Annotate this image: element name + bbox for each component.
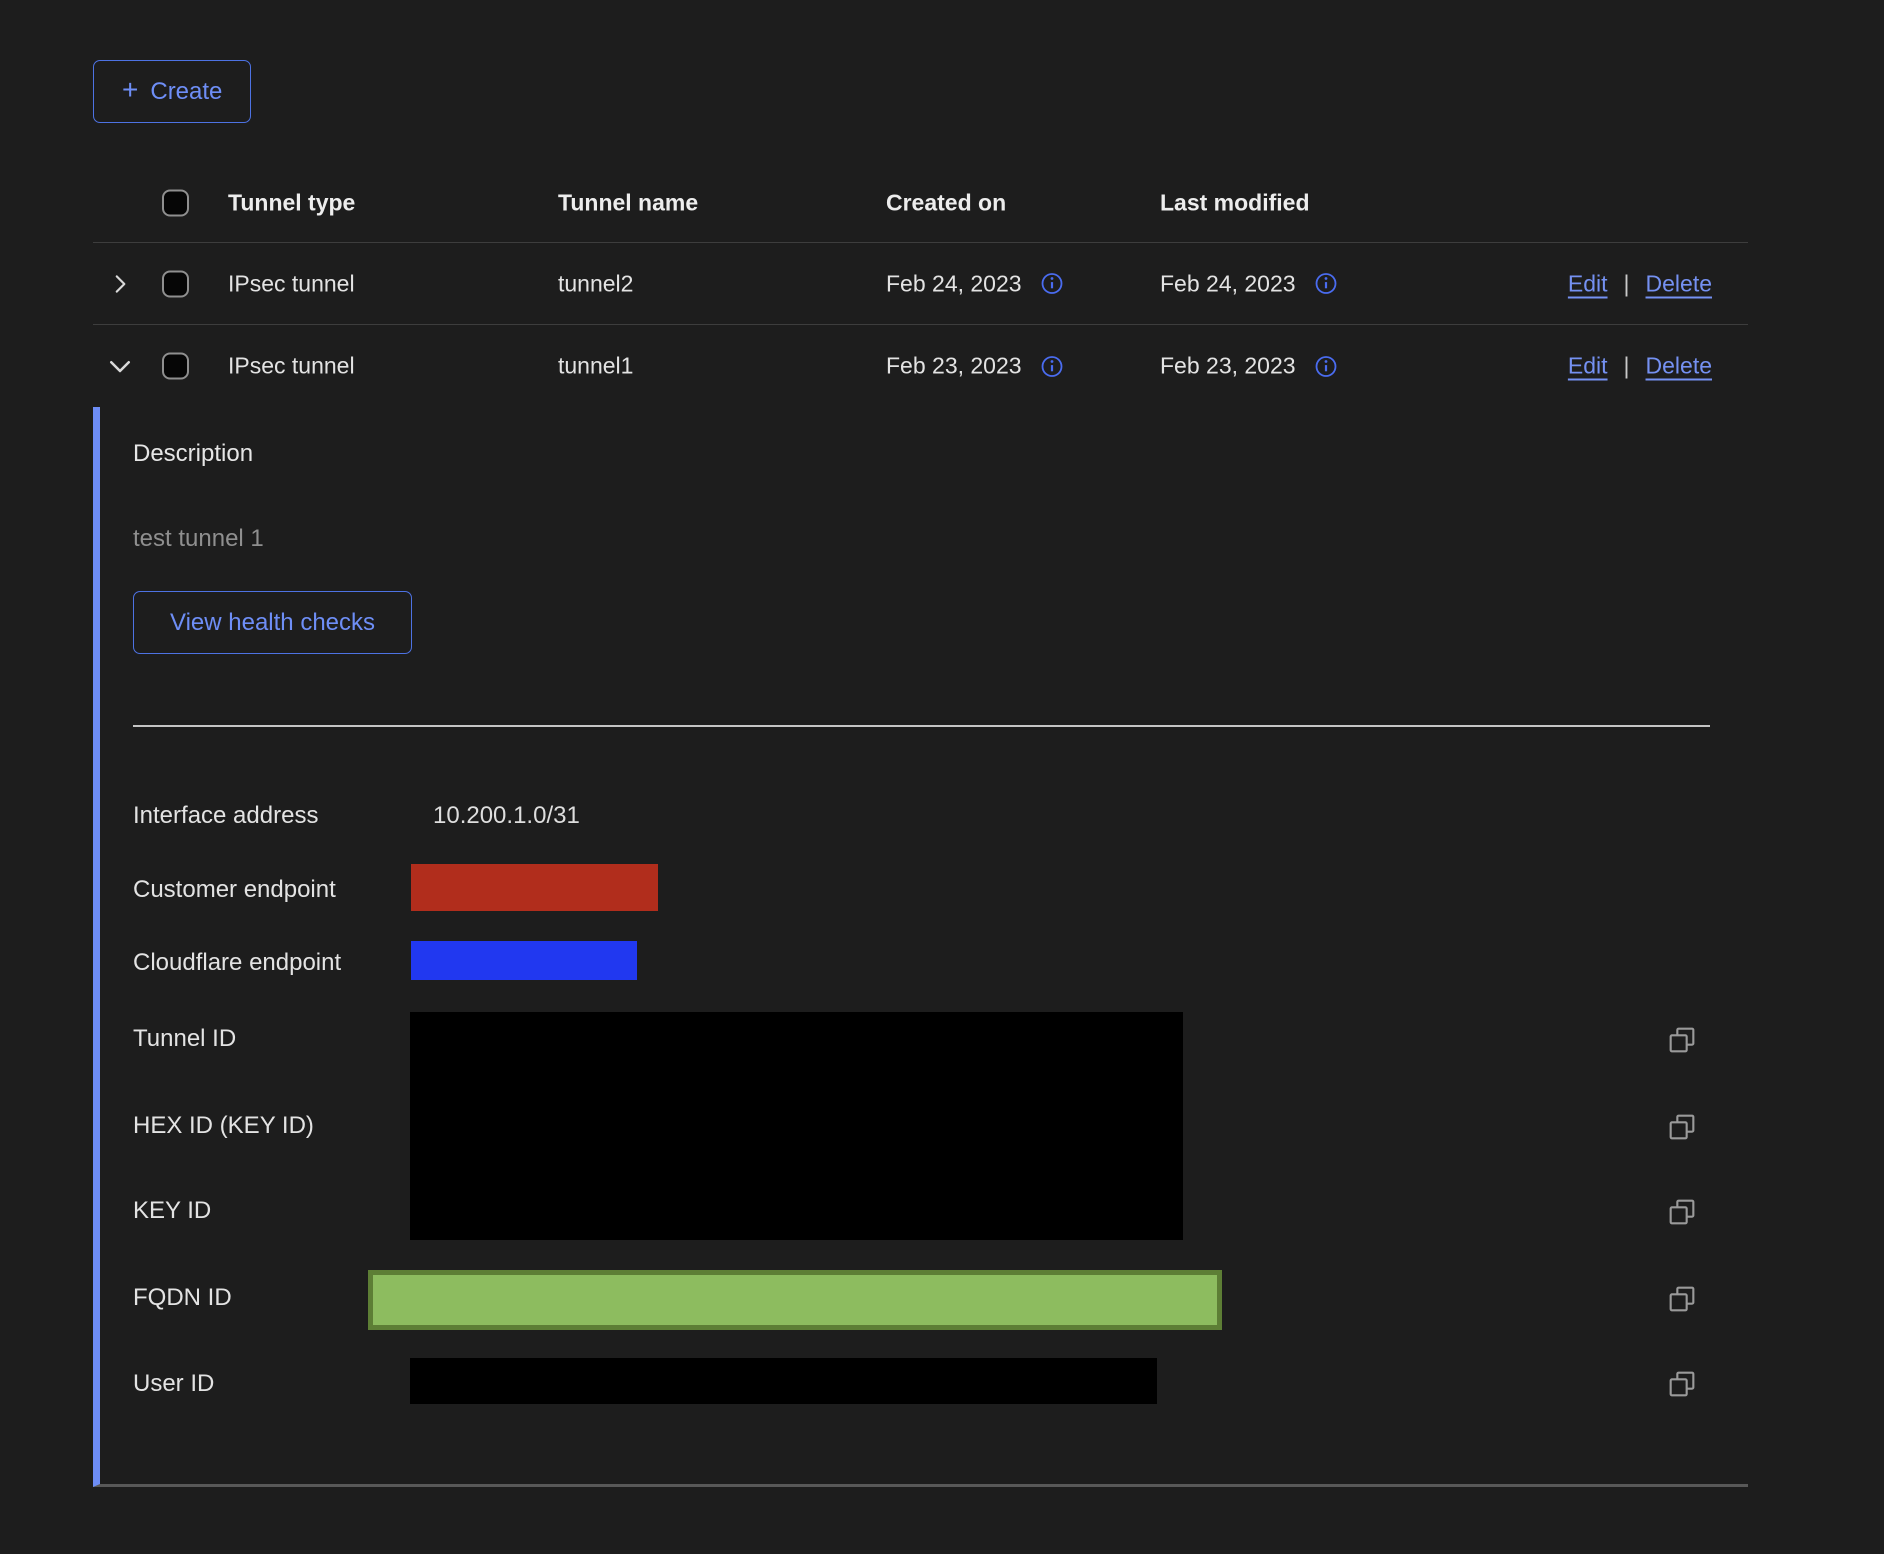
created-on-cell: Feb 23, 2023 xyxy=(886,353,1064,380)
fqdn-id-redaction xyxy=(368,1270,1222,1330)
description-label: Description xyxy=(133,440,253,468)
tunnel-type-value: IPsec tunnel xyxy=(228,353,355,380)
table-row: IPsec tunnel tunnel1 Feb 23, 2023 Feb 23… xyxy=(93,325,1748,407)
copy-tunnel-id-button[interactable] xyxy=(1665,1023,1699,1057)
actions-separator: | xyxy=(1624,353,1630,380)
create-button[interactable]: + Create xyxy=(93,60,251,123)
user-id-redaction xyxy=(410,1358,1157,1404)
tunnels-table: Tunnel type Tunnel name Created on Last … xyxy=(93,163,1748,407)
actions-separator: | xyxy=(1624,270,1630,297)
select-all-checkbox[interactable] xyxy=(162,189,189,216)
plus-icon: + xyxy=(122,76,138,104)
delete-link[interactable]: Delete xyxy=(1646,353,1712,380)
cloudflare-endpoint-redaction xyxy=(411,941,637,980)
header-tunnel-name: Tunnel name xyxy=(558,189,698,216)
key-id-label: KEY ID xyxy=(133,1197,211,1225)
info-icon[interactable] xyxy=(1040,272,1064,296)
tunnel-name-value: tunnel2 xyxy=(558,270,633,297)
description-value: test tunnel 1 xyxy=(133,525,264,553)
created-on-cell: Feb 24, 2023 xyxy=(886,270,1064,297)
copy-user-id-button[interactable] xyxy=(1665,1367,1699,1401)
copy-key-id-button[interactable] xyxy=(1665,1195,1699,1229)
table-header-row: Tunnel type Tunnel name Created on Last … xyxy=(93,163,1748,243)
edit-link[interactable]: Edit xyxy=(1568,270,1608,297)
copy-icon xyxy=(1666,1111,1698,1143)
user-id-label: User ID xyxy=(133,1370,214,1398)
row-actions: Edit | Delete xyxy=(1568,353,1712,380)
expand-row-button[interactable] xyxy=(105,269,135,299)
info-icon[interactable] xyxy=(1314,354,1338,378)
tunnels-page: + Create Tunnel type Tunnel name Created… xyxy=(0,0,1884,1554)
row-checkbox[interactable] xyxy=(162,270,189,297)
cloudflare-endpoint-label: Cloudflare endpoint xyxy=(133,949,341,977)
header-tunnel-type: Tunnel type xyxy=(228,189,355,216)
view-health-checks-button[interactable]: View health checks xyxy=(133,591,412,654)
collapse-row-button[interactable] xyxy=(105,351,135,381)
header-created-on: Created on xyxy=(886,189,1006,216)
customer-endpoint-redaction xyxy=(411,864,658,911)
panel-divider xyxy=(133,725,1710,727)
copy-icon xyxy=(1666,1368,1698,1400)
copy-icon xyxy=(1666,1283,1698,1315)
last-modified-value: Feb 23, 2023 xyxy=(1160,353,1296,380)
customer-endpoint-label: Customer endpoint xyxy=(133,876,336,904)
tunnel-name-value: tunnel1 xyxy=(558,353,633,380)
create-button-label: Create xyxy=(150,78,222,106)
table-row: IPsec tunnel tunnel2 Feb 24, 2023 Feb 24… xyxy=(93,243,1748,325)
last-modified-cell: Feb 23, 2023 xyxy=(1160,353,1338,380)
info-icon[interactable] xyxy=(1040,354,1064,378)
chevron-down-icon xyxy=(105,351,135,381)
view-health-checks-label: View health checks xyxy=(170,609,375,637)
copy-icon xyxy=(1666,1024,1698,1056)
fqdn-id-label: FQDN ID xyxy=(133,1284,232,1312)
copy-hex-id-button[interactable] xyxy=(1665,1110,1699,1144)
interface-address-value: 10.200.1.0/31 xyxy=(433,802,580,830)
copy-fqdn-id-button[interactable] xyxy=(1665,1282,1699,1316)
last-modified-cell: Feb 24, 2023 xyxy=(1160,270,1338,297)
created-on-value: Feb 23, 2023 xyxy=(886,353,1022,380)
interface-address-label: Interface address xyxy=(133,802,318,830)
row-actions: Edit | Delete xyxy=(1568,270,1712,297)
edit-link[interactable]: Edit xyxy=(1568,353,1608,380)
hex-id-label: HEX ID (KEY ID) xyxy=(133,1112,314,1140)
created-on-value: Feb 24, 2023 xyxy=(886,270,1022,297)
ids-redaction-block xyxy=(410,1012,1183,1240)
tunnel-id-label: Tunnel ID xyxy=(133,1025,236,1053)
chevron-right-icon xyxy=(107,271,133,297)
info-icon[interactable] xyxy=(1314,272,1338,296)
row-checkbox[interactable] xyxy=(162,353,189,380)
copy-icon xyxy=(1666,1196,1698,1228)
expanded-tunnel-panel: Description test tunnel 1 View health ch… xyxy=(93,407,1748,1487)
tunnel-type-value: IPsec tunnel xyxy=(228,270,355,297)
last-modified-value: Feb 24, 2023 xyxy=(1160,270,1296,297)
header-last-modified: Last modified xyxy=(1160,189,1310,216)
delete-link[interactable]: Delete xyxy=(1646,270,1712,297)
